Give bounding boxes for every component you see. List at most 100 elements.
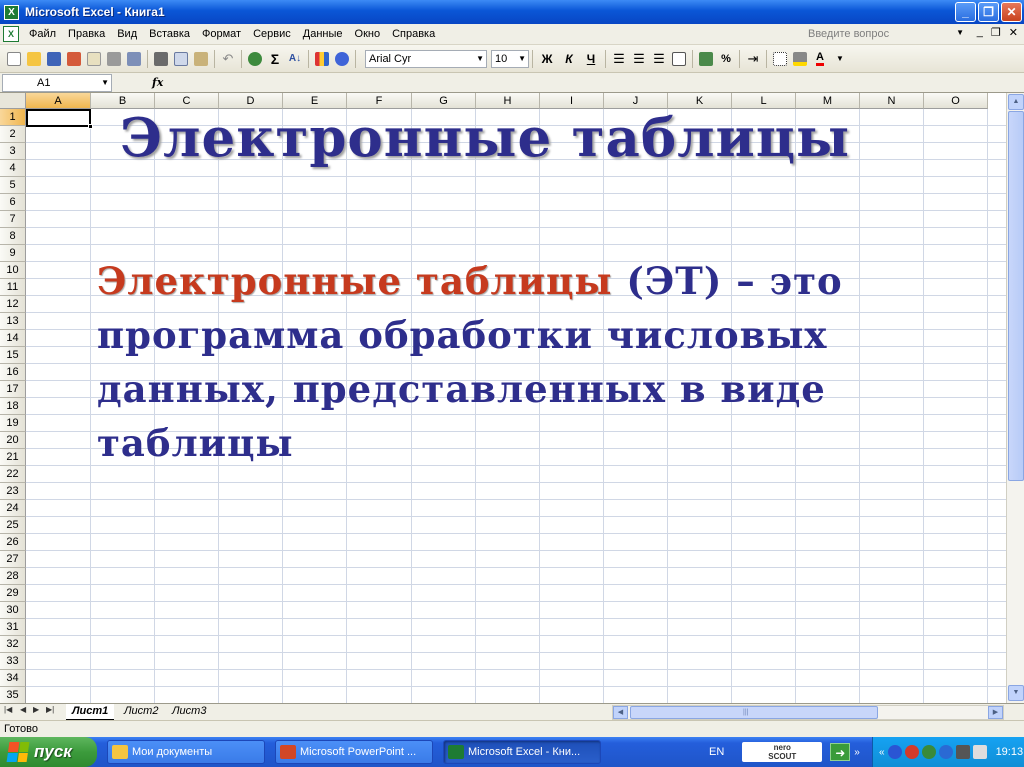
help-tray-icon[interactable] (938, 745, 953, 759)
row-header-3[interactable]: 3 (0, 143, 26, 160)
permission-button[interactable] (65, 50, 83, 68)
menu-format[interactable]: Формат (196, 28, 247, 40)
taskbar-button-powerpoint[interactable]: Microsoft PowerPoint ... (275, 740, 433, 764)
row-header-6[interactable]: 6 (0, 194, 26, 211)
row-header-9[interactable]: 9 (0, 245, 26, 262)
help-question-input[interactable]: Введите вопрос (804, 27, 954, 42)
doc-restore-button[interactable]: ❐ (991, 26, 1001, 39)
scroll-down-icon[interactable]: ▼ (1008, 685, 1024, 701)
row-header-24[interactable]: 24 (0, 500, 26, 517)
horizontal-scroll-thumb[interactable] (630, 706, 878, 719)
menu-tools[interactable]: Сервис (247, 28, 297, 40)
taskbar-button-documents[interactable]: Мои документы (107, 740, 265, 764)
first-sheet-icon[interactable]: |◀ (4, 705, 12, 714)
row-header-33[interactable]: 33 (0, 653, 26, 670)
align-right-button[interactable]: ☰ (650, 50, 668, 68)
chevron-down-icon[interactable]: ▼ (956, 28, 964, 37)
row-header-20[interactable]: 20 (0, 432, 26, 449)
percent-button[interactable]: % (717, 50, 735, 68)
row-header-27[interactable]: 27 (0, 551, 26, 568)
row-header-29[interactable]: 29 (0, 585, 26, 602)
doc-close-button[interactable]: ✕ (1009, 26, 1018, 39)
row-header-30[interactable]: 30 (0, 602, 26, 619)
font-color-button[interactable]: A (811, 50, 829, 68)
borders-button[interactable] (771, 50, 789, 68)
row-header-18[interactable]: 18 (0, 398, 26, 415)
select-all-corner[interactable] (0, 93, 26, 109)
scroll-up-icon[interactable]: ▲ (1008, 94, 1024, 110)
monitor-icon[interactable] (955, 745, 970, 759)
help-button[interactable] (333, 50, 351, 68)
row-header-14[interactable]: 14 (0, 330, 26, 347)
horizontal-scrollbar[interactable]: ◀ ||| ▶ (612, 705, 1004, 720)
paste-button[interactable] (192, 50, 210, 68)
menu-edit[interactable]: Правка (62, 28, 111, 40)
row-header-1[interactable]: 1 (0, 109, 26, 126)
email-button[interactable] (85, 50, 103, 68)
indent-button[interactable]: ⇥ (744, 50, 762, 68)
currency-button[interactable] (697, 50, 715, 68)
restore-button[interactable]: ❐ (978, 2, 999, 22)
row-header-11[interactable]: 11 (0, 279, 26, 296)
insert-function-icon[interactable]: fx (152, 76, 163, 89)
doc-minimize-button[interactable]: _ (977, 26, 983, 39)
active-cell-a1[interactable] (26, 109, 91, 127)
font-name-select[interactable]: Arial Cyr ▼ (365, 49, 487, 68)
worksheet-grid[interactable]: 35 34 33 32 31 30 29 28 27 26 25 24 23 22 21 20 19 18 17 16… (0, 93, 1006, 703)
row-header-2[interactable]: 2 (0, 126, 26, 143)
italic-button[interactable]: К (559, 50, 579, 68)
clock[interactable]: 19:13 (996, 746, 1024, 758)
nero-scout-toolbar[interactable]: nero SCOUT (742, 742, 823, 762)
antivirus-icon[interactable] (904, 745, 919, 759)
column-header-n[interactable]: N (860, 93, 924, 109)
row-header-16[interactable]: 16 (0, 364, 26, 381)
chart-wizard-button[interactable] (313, 50, 331, 68)
toolbar-options-button[interactable]: ▼ (831, 50, 849, 68)
row-header-35[interactable]: 35 (0, 687, 26, 703)
chevron-right-icon[interactable]: » (854, 747, 860, 758)
row-header-12[interactable]: 12 (0, 296, 26, 313)
vertical-scrollbar[interactable]: ▲ ▼ (1006, 93, 1024, 703)
row-header-32[interactable]: 32 (0, 636, 26, 653)
formula-input[interactable] (171, 74, 1024, 92)
row-header-21[interactable]: 21 (0, 449, 26, 466)
row-header-25[interactable]: 25 (0, 517, 26, 534)
bold-button[interactable]: Ж (537, 50, 557, 68)
autosum-button[interactable]: Σ (266, 50, 284, 68)
start-button[interactable]: пуск (0, 737, 97, 767)
row-header-8[interactable]: 8 (0, 228, 26, 245)
workbook-icon[interactable]: X (3, 26, 19, 42)
row-header-7[interactable]: 7 (0, 211, 26, 228)
menu-help[interactable]: Справка (386, 28, 441, 40)
row-header-5[interactable]: 5 (0, 177, 26, 194)
last-sheet-icon[interactable]: ▶| (46, 705, 54, 714)
bluetooth-icon[interactable] (887, 745, 902, 759)
row-header-22[interactable]: 22 (0, 466, 26, 483)
hyperlink-button[interactable] (246, 50, 264, 68)
row-header-15[interactable]: 15 (0, 347, 26, 364)
save-button[interactable] (45, 50, 63, 68)
print-preview-button[interactable] (125, 50, 143, 68)
row-header-13[interactable]: 13 (0, 313, 26, 330)
merge-center-button[interactable] (670, 50, 688, 68)
menu-view[interactable]: Вид (111, 28, 143, 40)
column-header-o[interactable]: O (924, 93, 988, 109)
underline-button[interactable]: Ч (581, 50, 601, 68)
network-icon[interactable] (921, 745, 936, 759)
prev-sheet-icon[interactable]: ◀ (20, 705, 26, 714)
excel-app-icon[interactable]: X (4, 4, 19, 20)
sheet-tab-2[interactable]: Лист2 (118, 704, 164, 720)
menu-file[interactable]: Файл (23, 28, 62, 40)
menu-data[interactable]: Данные (297, 28, 349, 40)
chevron-left-icon[interactable]: « (879, 747, 885, 758)
sheet-tab-1[interactable]: Лист1 (66, 704, 115, 720)
row-header-34[interactable]: 34 (0, 670, 26, 687)
row-header-23[interactable]: 23 (0, 483, 26, 500)
row-header-26[interactable]: 26 (0, 534, 26, 551)
undo-button[interactable]: ↶ (219, 50, 237, 68)
scroll-left-icon[interactable]: ◀ (613, 706, 628, 719)
menu-insert[interactable]: Вставка (143, 28, 196, 40)
close-button[interactable]: ✕ (1001, 2, 1022, 22)
open-button[interactable] (25, 50, 43, 68)
volume-icon[interactable] (972, 745, 987, 759)
